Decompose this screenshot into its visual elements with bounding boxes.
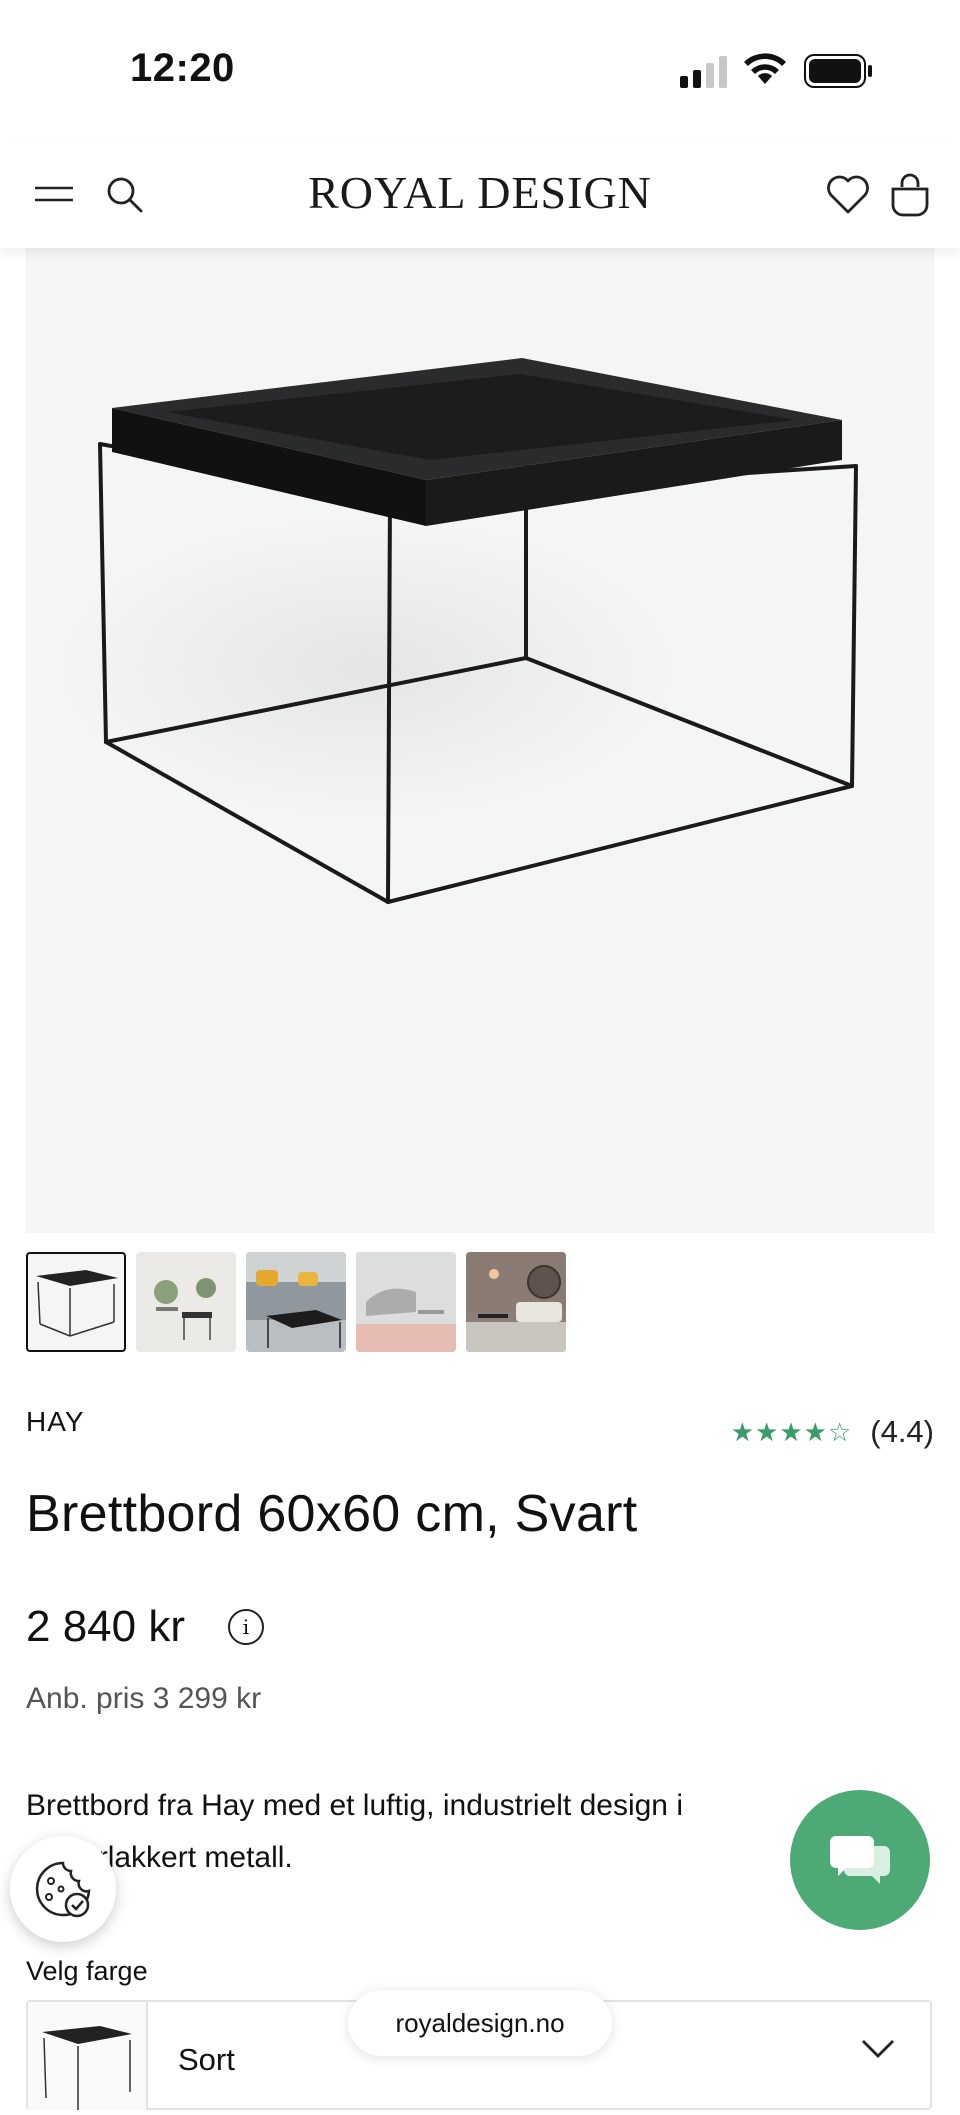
color-swatch-image bbox=[28, 2002, 148, 2110]
cookie-icon bbox=[35, 1861, 91, 1918]
product-title: Brettbord 60x60 cm, Svart bbox=[26, 1485, 638, 1543]
browser-url-bar[interactable]: royaldesign.no bbox=[348, 1990, 612, 2056]
site-header: ROYAL DESIGN bbox=[0, 140, 960, 248]
bag-icon[interactable] bbox=[886, 170, 934, 218]
wifi-icon bbox=[744, 53, 786, 84]
chevron-down-icon bbox=[862, 2040, 894, 2058]
thumbnail-4[interactable] bbox=[356, 1252, 456, 1352]
status-time: 12:20 bbox=[130, 46, 235, 90]
cookie-settings-button[interactable] bbox=[10, 1836, 116, 1942]
product-brand[interactable]: HAY bbox=[26, 1406, 85, 1438]
chat-icon bbox=[830, 1836, 890, 1884]
heart-icon[interactable] bbox=[824, 170, 872, 218]
thumbnail-3[interactable] bbox=[246, 1252, 346, 1352]
thumbnail-strip bbox=[26, 1252, 566, 1356]
site-logo[interactable]: ROYAL DESIGN bbox=[0, 166, 960, 219]
color-select-value: Sort bbox=[178, 2042, 235, 2077]
chat-button[interactable] bbox=[790, 1790, 930, 1930]
color-select-label: Velg farge bbox=[26, 1956, 148, 1986]
product-price: 2 840 kr bbox=[26, 1602, 185, 1651]
product-hero-image[interactable] bbox=[26, 248, 934, 1233]
thumbnail-5[interactable] bbox=[466, 1252, 566, 1352]
cellular-signal-icon bbox=[680, 56, 727, 88]
status-bar: 12:20 bbox=[0, 0, 960, 140]
thumbnail-2[interactable] bbox=[136, 1252, 236, 1352]
product-rating[interactable]: ★★★★☆ (4.4) bbox=[731, 1414, 934, 1450]
original-price: Anb. pris 3 299 kr bbox=[26, 1682, 262, 1715]
rating-value: (4.4) bbox=[870, 1414, 934, 1449]
rating-stars: ★★★★☆ bbox=[730, 1416, 853, 1447]
thumbnail-1[interactable] bbox=[26, 1252, 126, 1352]
battery-icon bbox=[804, 54, 872, 88]
product-description: Brettbord fra Hay med et luftig, industr… bbox=[26, 1789, 683, 1874]
tray-table-illustration bbox=[56, 358, 858, 904]
info-icon[interactable]: i bbox=[228, 1609, 264, 1645]
